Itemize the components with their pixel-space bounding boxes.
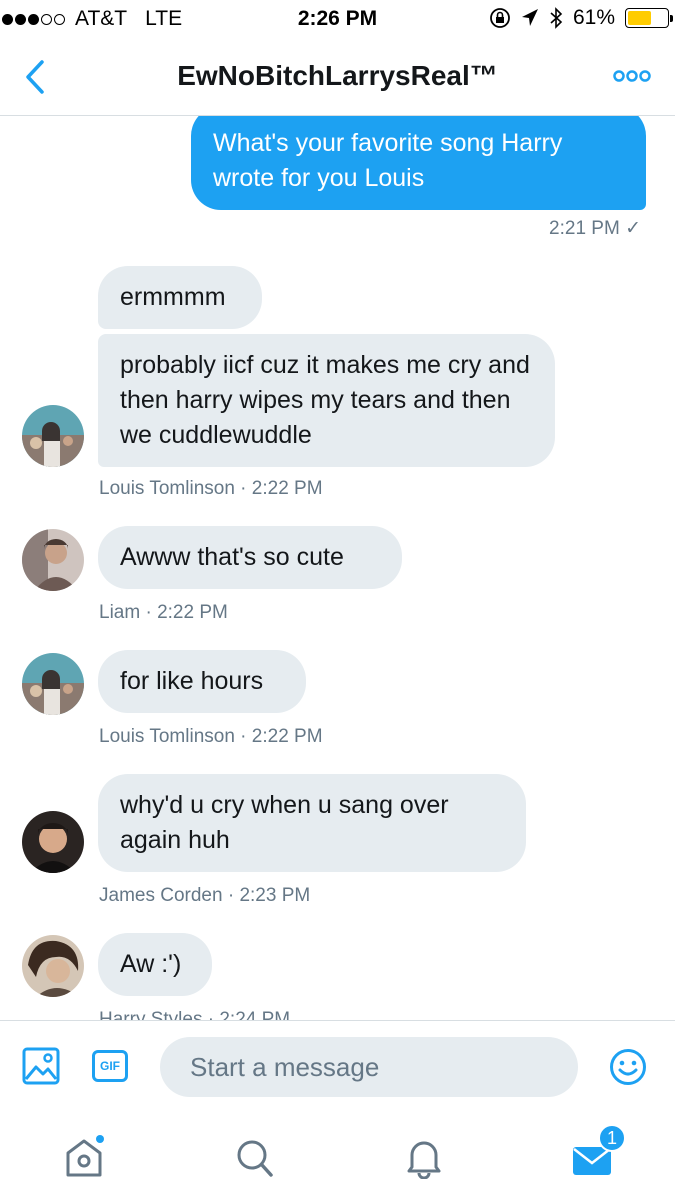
avatar-harry[interactable]	[22, 935, 84, 997]
conversation-header: EwNoBitchLarrysReal™	[0, 38, 675, 116]
emoji-icon[interactable]	[609, 1048, 647, 1086]
outgoing-message[interactable]: What's your favorite song Harry wrote fo…	[191, 116, 646, 210]
incoming-message[interactable]: probably iicf cuz it makes me cry and th…	[98, 334, 555, 467]
message-meta: Louis Tomlinson · 2:22 PM	[99, 726, 323, 747]
message-composer: GIF Start a message	[0, 1020, 675, 1115]
message-text: Awww that's so cute	[120, 543, 344, 571]
avatar-james[interactable]	[22, 811, 84, 873]
message-text: probably iicf cuz it makes me cry and th…	[120, 351, 530, 449]
bell-icon[interactable]	[404, 1135, 444, 1179]
bluetooth-icon	[550, 7, 563, 29]
image-icon[interactable]	[22, 1047, 60, 1085]
gif-button[interactable]: GIF	[92, 1050, 128, 1082]
message-text: Aw :')	[120, 950, 182, 978]
message-text: for like hours	[120, 667, 264, 695]
message-text: ermmmm	[120, 283, 226, 311]
battery-fill	[628, 11, 652, 25]
avatar-louis[interactable]	[22, 405, 84, 467]
message-meta: Louis Tomlinson · 2:22 PM	[99, 478, 323, 499]
incoming-message[interactable]: why'd u cry when u sang over again huh	[98, 774, 526, 872]
message-meta: 2:21 PM ✓	[549, 218, 641, 239]
avatar-louis[interactable]	[22, 653, 84, 715]
battery-icon	[625, 8, 673, 28]
search-icon[interactable]	[234, 1135, 274, 1179]
message-list[interactable]: What's your favorite song Harry wrote fo…	[0, 116, 675, 1020]
message-text: why'd u cry when u sang over again huh	[120, 791, 449, 854]
status-right: 61%	[489, 6, 673, 30]
message-input-placeholder: Start a message	[190, 1051, 380, 1082]
message-meta: Liam · 2:22 PM	[99, 602, 228, 623]
battery-percent: 61%	[572, 6, 615, 29]
message-text: What's your favorite song Harry wrote fo…	[213, 129, 563, 192]
tab-bar	[0, 1115, 675, 1200]
message-meta: James Corden · 2:23 PM	[99, 885, 311, 906]
status-bar: AT&T LTE 2:26 PM 61%	[0, 0, 675, 38]
more-dots-icon[interactable]	[613, 66, 651, 86]
avatar-liam[interactable]	[22, 529, 84, 591]
message-meta: Harry Styles · 2:24 PM	[99, 1009, 291, 1020]
incoming-message[interactable]: Awww that's so cute	[98, 526, 402, 589]
messages-badge: 1	[598, 1124, 626, 1152]
conversation-title: EwNoBitchLarrysReal™	[177, 60, 498, 91]
incoming-message[interactable]: for like hours	[98, 650, 306, 713]
incoming-message[interactable]: Aw :')	[98, 933, 212, 996]
gif-label: GIF	[100, 1059, 120, 1073]
rotation-lock-icon	[490, 8, 510, 28]
incoming-message[interactable]: ermmmm	[98, 266, 262, 329]
home-icon[interactable]	[64, 1135, 104, 1179]
location-icon	[521, 9, 538, 26]
message-input[interactable]: Start a message	[160, 1037, 578, 1097]
